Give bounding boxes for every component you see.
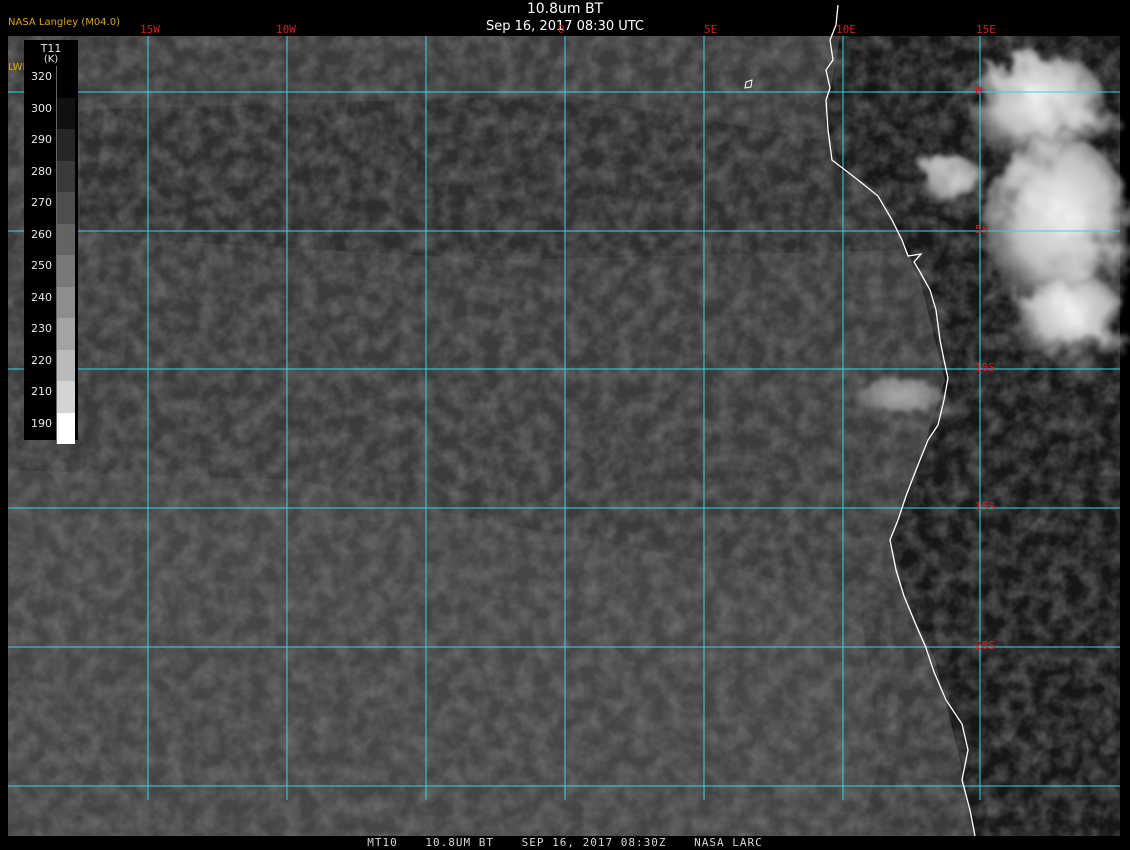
footer-date: SEP 16, 2017 08:30Z bbox=[521, 836, 667, 849]
agency-label: NASA Langley (M04.0) bbox=[8, 17, 120, 28]
temperature-legend: T11 (K) 320 300 290 280 270 260 250 240 230 220 21… bbox=[24, 40, 78, 444]
legend-level-label: 220 bbox=[31, 353, 52, 367]
lat-label-10s: 10S bbox=[975, 361, 995, 374]
legend-level-label: 230 bbox=[31, 322, 52, 335]
footer-satellite: MT10 bbox=[367, 836, 398, 849]
footer-org: NASA LARC bbox=[694, 836, 763, 849]
legend-level-label: 290 bbox=[31, 133, 52, 146]
legend-color-swatch bbox=[56, 286, 75, 318]
legend-level-label: 320 bbox=[31, 70, 52, 83]
lon-label-15e: 15E bbox=[976, 23, 996, 36]
legend-color-swatch bbox=[56, 129, 75, 161]
lat-label-20s: 20S bbox=[975, 639, 995, 652]
legend-color-swatch bbox=[56, 66, 75, 98]
image-footer: MT10 10.8UM BT SEP 16, 2017 08:30Z NASA … bbox=[0, 836, 1130, 849]
legend-color-swatch bbox=[56, 318, 75, 350]
lat-label-0: 0 bbox=[975, 84, 982, 97]
satellite-image-view: 10.8um BT Sep 16, 2017 08:30 UTC NASA La… bbox=[0, 0, 1130, 850]
legend-color-swatch bbox=[56, 97, 75, 129]
legend-color-swatch bbox=[56, 381, 75, 413]
legend-level-label: 210 bbox=[31, 385, 52, 398]
lat-label-15s: 15S bbox=[975, 500, 995, 513]
image-title: 10.8um BT bbox=[526, 1, 604, 17]
lat-label-5s: 5S bbox=[975, 223, 989, 236]
lon-label-10e: 10E bbox=[836, 23, 856, 36]
legend-color-swatch bbox=[56, 192, 75, 224]
lon-label-15w: 15W bbox=[140, 23, 160, 36]
legend-color-swatch bbox=[56, 160, 75, 192]
legend-color-swatch bbox=[56, 255, 75, 287]
legend-color-swatch bbox=[56, 223, 75, 255]
legend-color-swatch bbox=[56, 349, 75, 381]
legend-unit: (K) bbox=[43, 54, 59, 65]
legend-level-label: 240 bbox=[31, 290, 52, 304]
legend-color-swatch bbox=[56, 412, 75, 444]
lon-label-5e: 5E bbox=[704, 23, 718, 36]
footer-channel: 10.8UM BT bbox=[425, 836, 495, 849]
legend-level-label: 280 bbox=[31, 164, 52, 178]
legend-level-label: 190 bbox=[31, 416, 52, 430]
legend-level-label: 250 bbox=[31, 259, 52, 272]
legend-level-label: 300 bbox=[31, 101, 52, 115]
image-datetime: Sep 16, 2017 08:30 UTC bbox=[485, 19, 645, 34]
lon-label-0: 0 bbox=[558, 23, 565, 36]
legend-level-label: 260 bbox=[31, 227, 52, 241]
satellite-map[interactable] bbox=[0, 0, 1130, 850]
lon-label-10w: 10W bbox=[276, 23, 296, 36]
legend-level-label: 270 bbox=[31, 196, 52, 209]
